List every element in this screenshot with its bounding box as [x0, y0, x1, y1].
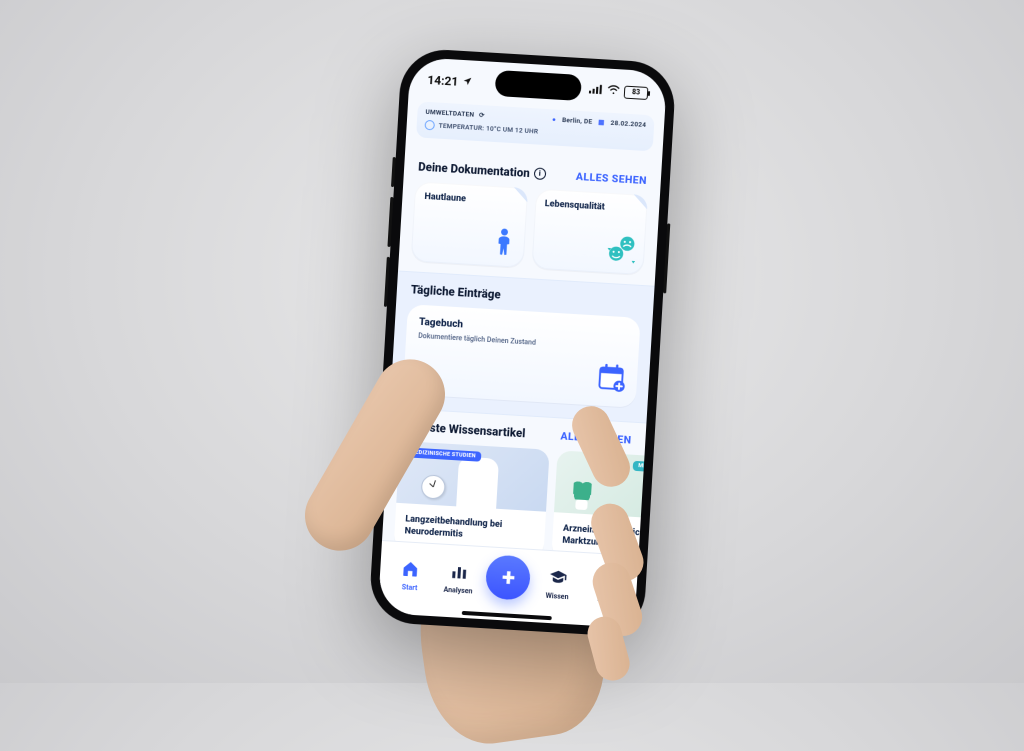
dynamic-island — [494, 70, 581, 101]
card-hautlaune[interactable]: Hautlaune — [411, 181, 528, 268]
section-title-daily: Tägliche Einträge — [411, 282, 501, 301]
section-daily-entries: Tägliche Einträge Tagebuch Dokumentiere … — [390, 270, 655, 423]
chart-bar-icon — [449, 562, 468, 585]
weather-date: 28.02.2024 — [610, 119, 646, 129]
clock-icon — [421, 474, 446, 499]
plus-icon: + — [501, 563, 516, 592]
article-card-2[interactable]: MEDIZINISCHE STUDIEN Arzneimittelentwick… — [551, 450, 662, 563]
article-card-1[interactable]: MEDIZINISCHE STUDIEN Langzeitbehandlung … — [394, 441, 550, 558]
article-title: Langzeitbehandlung bei Neurodermitis — [404, 513, 535, 545]
nav-label: Wissen — [545, 592, 568, 601]
stage: 14:21 83 — [0, 0, 1024, 683]
nav-mehr[interactable]: Mehr — [584, 570, 628, 604]
menu-icon — [597, 571, 616, 594]
nav-start[interactable]: Start — [388, 559, 432, 593]
person-icon — [489, 226, 517, 261]
section-title-articles: Neueste Wissensartikel — [402, 419, 525, 440]
card-label: Hautlaune — [424, 192, 517, 207]
nav-label: Analysen — [443, 586, 472, 596]
location-arrow-icon — [462, 75, 473, 90]
see-all-articles[interactable]: ALLES SEHEN — [560, 429, 632, 446]
mood-faces-icon — [606, 233, 638, 269]
calendar-plus-icon — [596, 362, 628, 398]
refresh-icon: ⟳ — [479, 111, 485, 119]
content-scroll[interactable]: Deine Dokumentation i ALLES SEHEN Hautla… — [382, 137, 663, 564]
smartphone: 14:21 83 — [368, 47, 677, 637]
battery-indicator: 83 — [624, 85, 649, 99]
weather-detail: TEMPERATUR: 10°C UM 12 UHR — [438, 122, 538, 136]
wifi-icon — [607, 84, 621, 99]
thermometer-icon — [424, 120, 435, 131]
phone-screen: 14:21 83 — [378, 57, 668, 628]
signal-icon — [589, 83, 604, 98]
nav-label: Mehr — [597, 595, 614, 604]
graduation-cap-icon — [548, 568, 567, 591]
section-title-documentation: Deine Dokumentation — [418, 160, 530, 181]
phone-frame: 14:21 83 — [368, 47, 677, 637]
nav-label: Start — [402, 583, 418, 592]
bottom-nav: Start Analysen + — [378, 540, 639, 628]
weather-location: Berlin, DE — [562, 116, 593, 126]
nav-analysen[interactable]: Analysen — [437, 561, 481, 595]
calendar-small-icon: ▦ — [598, 118, 605, 126]
article-title: Arzneimittelentwicklung und Marktzulassu… — [562, 523, 663, 555]
card-tagebuch[interactable]: Tagebuch Dokumentiere täglich Deinen Zus… — [403, 304, 641, 408]
card-label: Lebensqualität — [544, 199, 637, 214]
nav-wissen[interactable]: Wissen — [536, 567, 580, 601]
see-all-documentation[interactable]: ALLES SEHEN — [576, 169, 648, 186]
nav-add-button[interactable]: + — [485, 554, 532, 601]
home-icon — [401, 559, 420, 582]
info-icon[interactable]: i — [533, 167, 546, 180]
home-indicator[interactable] — [461, 611, 551, 620]
pin-icon: ● — [552, 115, 557, 123]
weather-label: UMWELTDATEN — [425, 108, 474, 119]
card-lebensqualitaet[interactable]: Lebensqualität — [531, 189, 648, 276]
article-thumb — [554, 450, 663, 521]
status-time: 14:21 — [427, 73, 459, 89]
